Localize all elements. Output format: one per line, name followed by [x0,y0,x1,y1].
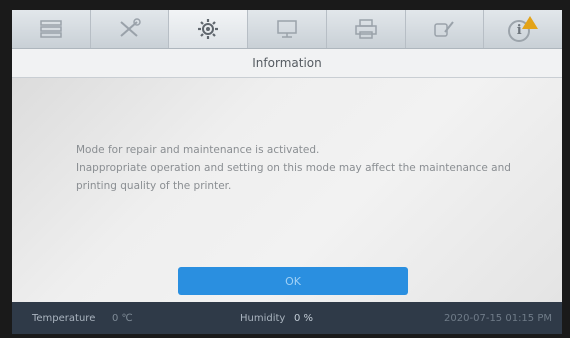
tab-tools[interactable] [90,10,170,48]
datetime: 2020-07-15 01:15 PM [444,312,552,324]
tab-stack[interactable] [12,10,91,48]
info-icon: i [508,16,539,42]
tab-settings[interactable] [169,10,249,48]
tab-maintenance[interactable] [405,10,485,48]
monitor-icon [277,20,297,38]
printer-icon [354,19,377,39]
temperature-label: Temperature [32,312,96,324]
ok-button[interactable]: OK [178,267,408,295]
humidity-value: 0 % [294,312,314,324]
tab-printer[interactable] [326,10,406,48]
settings-gear-icon [198,19,219,39]
dialog-title-bar: Information [12,49,562,78]
status-bar: Temperature 0 ℃ Humidity 0 % 2020-07-15 … [12,302,562,334]
humidity-label: Humidity [240,312,286,324]
message-line-1: Mode for repair and maintenance is activ… [76,144,320,156]
tab-monitor[interactable] [248,10,327,48]
stack-icon [40,20,62,38]
warning-icon [522,16,539,29]
printer-screen: i Information Mode for repair and mainte… [12,10,562,334]
ok-button-label: OK [285,274,301,288]
tools-icon [119,18,141,37]
dialog-message: Mode for repair and maintenance is activ… [76,141,526,195]
dialog-title: Information [252,56,322,70]
temperature-value: 0 ℃ [112,312,133,324]
dialog-content: Mode for repair and maintenance is activ… [12,78,562,302]
maintenance-icon [434,21,455,37]
top-tab-bar: i [12,10,562,49]
message-line-3: printing quality of the printer. [76,180,232,192]
message-line-2: Inappropriate operation and setting on t… [76,162,511,174]
tab-info[interactable]: i [484,10,562,48]
